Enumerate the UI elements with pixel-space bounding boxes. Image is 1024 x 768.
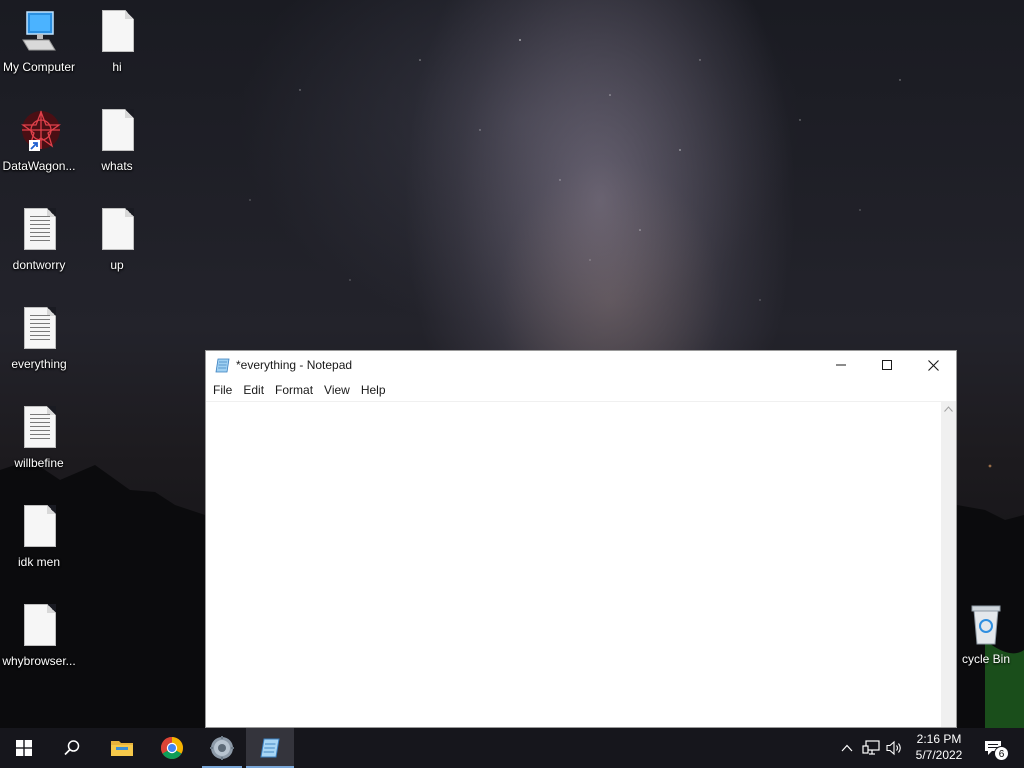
computer-icon	[17, 10, 61, 56]
desktop-icon-label: hi	[112, 60, 122, 74]
minimize-icon	[836, 364, 846, 366]
desktop-icon-label: idk men	[17, 555, 61, 569]
blank-file-icon	[95, 109, 139, 155]
desktop-icon-everything[interactable]: everything	[0, 307, 78, 371]
desktop-icon-label: whats	[101, 159, 133, 173]
vertical-scrollbar[interactable]	[941, 402, 956, 727]
notepad-edit-area	[206, 401, 956, 727]
notepad-titlebar[interactable]: *everything - Notepad	[206, 351, 956, 379]
desktop-icon-label: My Computer	[2, 60, 76, 74]
menu-edit[interactable]: Edit	[238, 379, 270, 401]
clock-date: 5/7/2022	[915, 748, 963, 762]
recycle-bin-icon	[964, 602, 1008, 648]
start-button[interactable]	[0, 728, 48, 768]
notification-count-badge: 6	[994, 746, 1009, 761]
notepad-menubar: File Edit Format View Help	[206, 379, 956, 401]
desktop-icon-up[interactable]: up	[78, 208, 156, 272]
windows-logo-icon	[16, 740, 32, 756]
gear-icon	[210, 736, 234, 760]
desktop-icon-whybrowser[interactable]: whybrowser...	[0, 604, 78, 668]
settings-app-button[interactable]	[198, 728, 246, 768]
desktop-icon-my-computer[interactable]: My Computer	[0, 10, 78, 74]
desktop-icon-label: up	[110, 258, 124, 272]
desktop-icon-hi[interactable]: hi	[78, 10, 156, 74]
notepad-text-editor[interactable]	[206, 402, 941, 727]
show-hidden-icons-button[interactable]	[838, 728, 856, 768]
volume-button[interactable]	[884, 728, 906, 768]
file-explorer-button[interactable]	[98, 728, 146, 768]
folder-icon	[111, 741, 133, 756]
speaker-icon	[886, 740, 901, 756]
search-button[interactable]	[48, 728, 96, 768]
maximize-button[interactable]	[864, 351, 910, 379]
desktop-icon-label: everything	[11, 357, 67, 371]
window-controls	[818, 351, 956, 379]
chrome-button[interactable]	[148, 728, 196, 768]
blank-file-icon	[95, 10, 139, 56]
notepad-taskbar-button[interactable]	[246, 728, 294, 768]
text-file-icon	[17, 208, 61, 254]
recycle-bin-label: cycle Bin	[961, 652, 1011, 666]
desktop-icon-label: DataWagon...	[2, 159, 76, 173]
menu-view[interactable]: View	[319, 379, 356, 401]
notepad-title: *everything - Notepad	[236, 358, 353, 372]
datawagon-shortcut-icon	[17, 109, 61, 155]
desktop-icon-label: whybrowser...	[2, 654, 76, 668]
maximize-icon	[882, 360, 892, 370]
notepad-app-icon	[215, 357, 231, 373]
menu-help[interactable]: Help	[356, 379, 392, 401]
desktop-icon-label: dontworry	[12, 258, 66, 272]
scroll-up-arrow-icon[interactable]	[944, 406, 953, 412]
close-button[interactable]	[910, 351, 956, 379]
action-center-button[interactable]: 6	[978, 728, 1012, 768]
search-icon	[64, 740, 80, 756]
clock-time: 2:16 PM	[916, 732, 962, 746]
desktop-icon-willbefine[interactable]: willbefine	[0, 406, 78, 470]
desktop-icon-label: willbefine	[14, 456, 64, 470]
desktop-icon-datawagon[interactable]: DataWagon...	[0, 109, 78, 173]
menu-format[interactable]: Format	[270, 379, 319, 401]
minimize-button[interactable]	[818, 351, 864, 379]
chrome-icon	[161, 737, 183, 759]
blank-file-icon	[17, 505, 61, 551]
blank-file-icon	[95, 208, 139, 254]
notepad-window[interactable]: *everything - Notepad File Edit Format V…	[205, 350, 957, 728]
network-button[interactable]	[860, 728, 882, 768]
notepad-icon	[260, 738, 280, 758]
close-icon	[927, 359, 939, 371]
text-file-icon	[17, 307, 61, 353]
taskbar: 2:16 PM 5/7/2022 6	[0, 728, 1024, 768]
desktop-icon-whats[interactable]: whats	[78, 109, 156, 173]
taskbar-clock[interactable]: 2:16 PM 5/7/2022	[906, 728, 972, 768]
chevron-up-icon	[841, 744, 853, 752]
text-file-icon	[17, 406, 61, 452]
desktop-icon-dontworry[interactable]: dontworry	[0, 208, 78, 272]
menu-file[interactable]: File	[208, 379, 238, 401]
network-icon	[862, 740, 880, 755]
desktop-icon-idk-men[interactable]: idk men	[0, 505, 78, 569]
desktop-icon-recycle-bin[interactable]: cycle Bin	[948, 602, 1024, 666]
blank-file-icon	[17, 604, 61, 650]
